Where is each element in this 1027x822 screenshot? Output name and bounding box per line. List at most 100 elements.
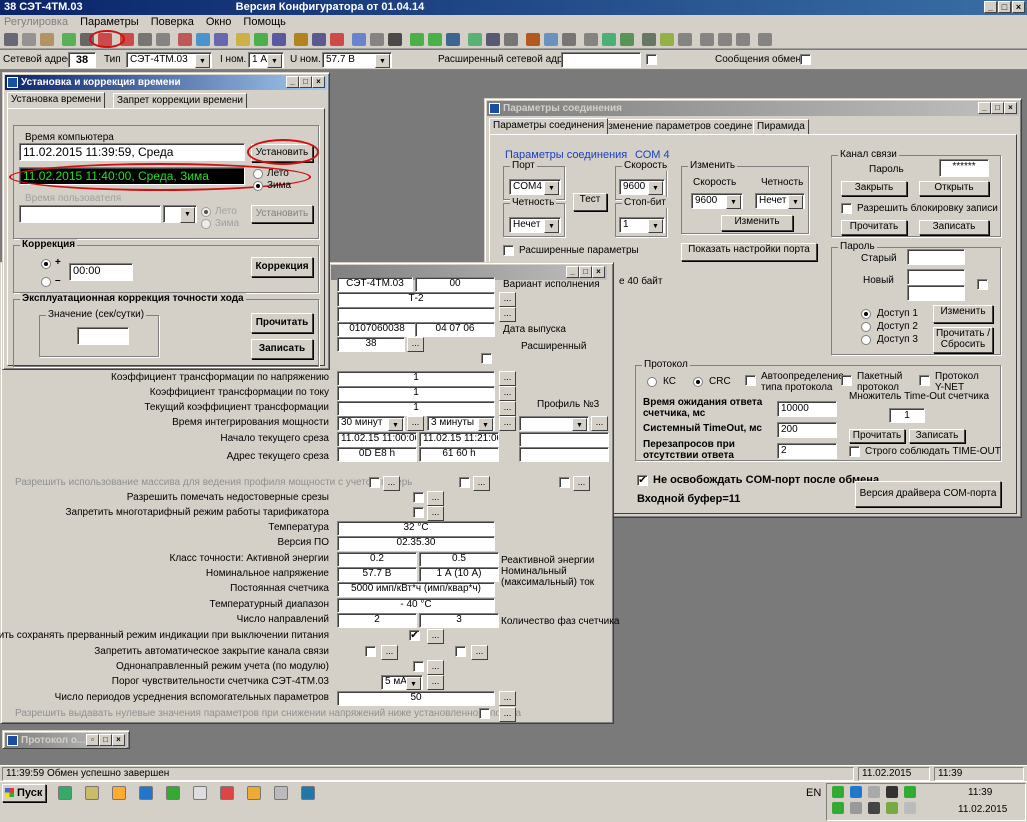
unidirectional-checkbox[interactable] [413, 661, 424, 672]
param-value[interactable]: 2 [337, 613, 417, 628]
ellipsis-button[interactable]: ... [427, 506, 444, 521]
param-value[interactable]: 5000 имп/кВт*ч (имп/квар*ч) [337, 582, 495, 597]
ellipsis-button[interactable]: ... [499, 307, 516, 322]
toolbar-tool-icon[interactable] [700, 33, 714, 46]
toolbar-tool-icon[interactable] [620, 33, 634, 46]
minus-radio[interactable] [41, 277, 51, 287]
ellipsis-button[interactable]: ... [499, 386, 516, 401]
param-value[interactable]: 32 °С [337, 521, 495, 536]
toolbar-tool-icon[interactable] [4, 33, 18, 46]
toolbar-tool-icon[interactable] [62, 33, 76, 46]
correction-field[interactable]: 00:00 [69, 263, 133, 281]
param-checkbox[interactable] [413, 492, 424, 503]
addr-field[interactable]: 38 [337, 337, 405, 352]
ellipsis-button[interactable]: ... [499, 707, 516, 722]
toolbar-tool-icon[interactable] [178, 33, 192, 46]
param-value[interactable]: 57.7 В [337, 567, 417, 582]
ellipsis-button[interactable]: ... [427, 491, 444, 506]
toolbar-tool-icon[interactable] [660, 33, 674, 46]
ynet-checkbox[interactable] [919, 375, 930, 386]
loss-profile2-checkbox[interactable] [459, 477, 470, 488]
blank-field-1[interactable] [337, 307, 495, 322]
taskbar-app-icon[interactable] [247, 786, 261, 800]
model-field[interactable]: СЭТ-4ТМ.03 [337, 277, 413, 292]
ellipsis-button[interactable]: ... [499, 416, 516, 431]
new-pwd-field[interactable] [907, 269, 965, 285]
toolbar-tool-icon[interactable] [526, 33, 540, 46]
test-button[interactable]: Тест [573, 193, 607, 211]
toolbar-tool-icon[interactable] [562, 33, 576, 46]
conn-close[interactable]: × [1004, 102, 1017, 114]
tab-pyramid[interactable]: Пирамида [753, 119, 809, 135]
tariff-field[interactable]: Т-2 [337, 292, 495, 307]
ellipsis-button[interactable]: ... [427, 675, 444, 690]
old-pwd-field[interactable] [907, 249, 965, 265]
read-exp-button[interactable]: Прочитать [251, 313, 313, 333]
tab-change-conn[interactable]: Изменение параметров соединения [597, 119, 773, 135]
winter2-radio[interactable] [201, 219, 211, 229]
tab-ban-correction[interactable]: Запрет коррекции времени [113, 93, 247, 109]
toolbar-tool-icon[interactable] [428, 33, 442, 46]
toolbar-tool-icon[interactable] [642, 33, 656, 46]
wait-field[interactable]: 10000 [777, 401, 837, 417]
pwd-field[interactable]: ****** [939, 159, 989, 177]
plus-radio[interactable] [41, 259, 51, 269]
change-pwd-button[interactable]: Изменить [933, 305, 993, 323]
toolbar-tool-icon[interactable] [370, 33, 384, 46]
loss-profile3-checkbox[interactable] [559, 477, 570, 488]
param-value[interactable]: - 40 °С [337, 598, 495, 613]
ellipsis-button[interactable]: ... [499, 691, 516, 706]
toolbar-tool-icon[interactable] [196, 33, 210, 46]
slice-start3-field[interactable] [519, 432, 609, 447]
speed-select[interactable]: 9600 [619, 179, 665, 195]
toolbar-tool-icon[interactable] [678, 33, 692, 46]
param-value[interactable]: 1 [337, 386, 495, 401]
toolbar-tool-icon[interactable] [468, 33, 482, 46]
read-channel-button[interactable]: Прочитать [841, 220, 907, 235]
access1-radio[interactable] [861, 309, 871, 319]
sensitivity-select[interactable]: 5 мА [381, 675, 423, 690]
auto-proto-checkbox[interactable] [745, 375, 756, 386]
ellipsis-button[interactable]: ... [381, 645, 398, 660]
maximize-button[interactable]: □ [998, 1, 1011, 13]
proto-close[interactable]: × [112, 734, 125, 746]
param-value[interactable]: 1 [337, 401, 495, 416]
inom-select[interactable]: 1 А [248, 52, 284, 68]
type-select[interactable]: СЭТ-4ТМ.03 [126, 52, 212, 68]
toolbar-tool-icon[interactable] [388, 33, 402, 46]
ellipsis-button[interactable]: ... [471, 645, 488, 660]
ext-params-checkbox[interactable] [503, 245, 514, 256]
taskbar-app-icon[interactable] [85, 786, 99, 800]
strict-timeout-checkbox[interactable] [849, 446, 860, 457]
param-value[interactable]: 1 [337, 371, 495, 386]
taskbar-app-icon[interactable] [274, 786, 288, 800]
toolbar-tool-icon[interactable] [446, 33, 460, 46]
read-reset-button[interactable]: Прочитать / Сбросить [933, 327, 993, 353]
user-time-select[interactable] [163, 205, 197, 223]
ellipsis-button[interactable]: ... [427, 660, 444, 675]
slice-addr3-field[interactable] [519, 447, 609, 462]
toolbar-tool-icon[interactable] [718, 33, 732, 46]
set-user-time-button[interactable]: Установить [251, 205, 313, 223]
write-proto-button[interactable]: Записать [909, 429, 965, 443]
exp-value-field[interactable] [77, 327, 129, 345]
toolbar-tool-icon[interactable] [352, 33, 366, 46]
serial-field[interactable]: 0107060038 [337, 322, 417, 337]
time-minimize[interactable]: _ [286, 76, 299, 88]
conn-maximize[interactable]: □ [991, 102, 1004, 114]
ext-addr-checkbox[interactable] [646, 54, 657, 65]
toolbar-tool-icon[interactable] [138, 33, 152, 46]
param-checkbox[interactable] [481, 353, 492, 364]
tab-conn-params[interactable]: Параметры соединения [489, 118, 609, 134]
correction-button[interactable]: Коррекция [251, 257, 313, 277]
close-channel-button[interactable]: Закрыть [841, 181, 907, 196]
user-date-field[interactable] [19, 205, 161, 223]
conn-minimize[interactable]: _ [978, 102, 991, 114]
time-maximize[interactable]: □ [299, 76, 312, 88]
retry-field[interactable]: 2 [777, 443, 837, 459]
save-indication-checkbox[interactable]: ✔ [409, 630, 420, 641]
protocol-window[interactable]: Протокол о... ▫ □ × [2, 730, 130, 749]
show-pwd-checkbox[interactable] [977, 279, 988, 290]
packet-checkbox[interactable] [841, 375, 852, 386]
allow-lock-checkbox[interactable] [841, 203, 852, 214]
